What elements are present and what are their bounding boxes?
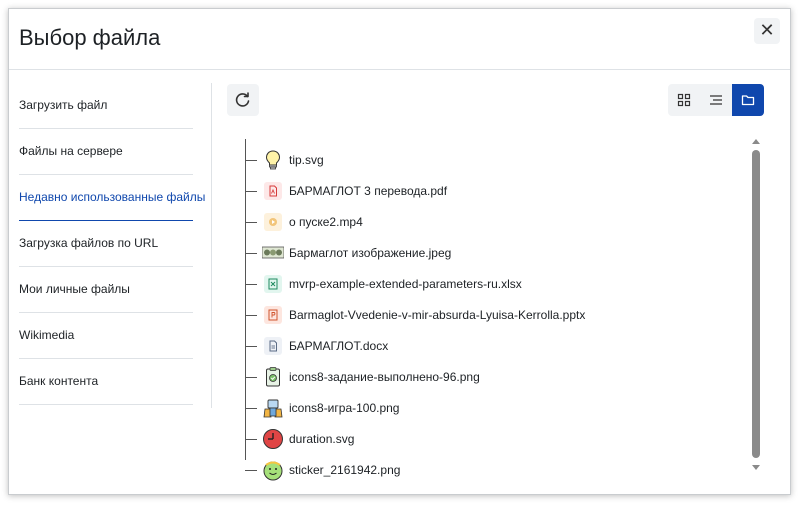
- image-thumbnail-icon: [262, 242, 284, 264]
- refresh-icon: [235, 92, 250, 107]
- file-name: mvrp-example-extended-parameters-ru.xlsx: [289, 277, 522, 291]
- file-row[interactable]: БАРМАГЛОТ.docx: [245, 331, 735, 361]
- spreadsheet-icon: [262, 273, 284, 295]
- file-tree: tip.svg БАРМАГЛОТ 3 перевода.pdf о пуске…: [245, 139, 745, 481]
- file-row[interactable]: Бармаглот изображение.jpeg: [245, 238, 735, 268]
- scroll-up-arrow-icon[interactable]: [752, 139, 760, 144]
- repository-sidebar: Загрузить файл Файлы на сервере Недавно …: [19, 83, 205, 405]
- video-icon: [262, 211, 284, 233]
- view-switcher: [668, 84, 764, 116]
- sidebar-item-wikimedia[interactable]: Wikimedia: [19, 313, 193, 359]
- dialog-title: Выбор файла: [19, 25, 161, 50]
- file-name: tip.svg: [289, 153, 324, 167]
- file-name: Бармаглот изображение.jpeg: [289, 246, 452, 260]
- sidebar-item-url-download[interactable]: Загрузка файлов по URL: [19, 221, 193, 267]
- lightbulb-icon: [262, 149, 284, 171]
- clipboard-check-icon: [262, 366, 284, 388]
- file-name: duration.svg: [289, 432, 355, 446]
- file-row[interactable]: Barmaglot-Vvedenie-v-mir-absurda-Lyuisa-…: [245, 300, 735, 330]
- file-name: БАРМАГЛОТ.docx: [289, 339, 389, 353]
- file-row[interactable]: icons8-задание-выполнено-96.png: [245, 362, 735, 392]
- file-list-scrollbar[interactable]: [750, 137, 764, 472]
- close-button[interactable]: ✕: [754, 18, 780, 44]
- list-view-button[interactable]: [700, 84, 732, 116]
- file-row[interactable]: duration.svg: [245, 424, 735, 454]
- presentation-icon: [262, 304, 284, 326]
- grid-view-button[interactable]: [668, 84, 700, 116]
- list-view-icon: [710, 95, 722, 105]
- sidebar-divider: [211, 83, 212, 408]
- file-name: БАРМАГЛОТ 3 перевода.pdf: [289, 184, 448, 198]
- file-name: о пуске2.mp4: [289, 215, 363, 229]
- sidebar-item-server-files[interactable]: Файлы на сервере: [19, 129, 193, 175]
- grid-view-icon: [677, 93, 691, 107]
- document-icon: [262, 335, 284, 357]
- dialog-header: Выбор файла ✕: [9, 9, 790, 70]
- file-row[interactable]: о пуске2.mp4: [245, 207, 735, 237]
- sidebar-item-private-files[interactable]: Мои личные файлы: [19, 267, 193, 313]
- scrollbar-thumb[interactable]: [752, 150, 760, 458]
- file-name: sticker_2161942.png: [289, 463, 401, 477]
- sidebar-item-content-bank[interactable]: Банк контента: [19, 359, 193, 405]
- file-row[interactable]: mvrp-example-extended-parameters-ru.xlsx: [245, 269, 735, 299]
- tree-view-button[interactable]: [732, 84, 764, 116]
- file-row[interactable]: icons8-игра-100.png: [245, 393, 735, 423]
- game-icon: [262, 397, 284, 419]
- sidebar-item-recent-files[interactable]: Недавно использованные файлы: [19, 175, 205, 221]
- sidebar-item-upload[interactable]: Загрузить файл: [19, 83, 193, 129]
- sticker-icon: [262, 459, 284, 481]
- scroll-down-arrow-icon[interactable]: [752, 465, 760, 470]
- file-row[interactable]: sticker_2161942.png: [245, 455, 735, 485]
- tree-view-icon: [741, 95, 755, 106]
- file-row[interactable]: БАРМАГЛОТ 3 перевода.pdf: [245, 176, 735, 206]
- file-name: icons8-игра-100.png: [289, 401, 400, 415]
- file-name: Barmaglot-Vvedenie-v-mir-absurda-Lyuisa-…: [289, 308, 586, 322]
- pdf-icon: [262, 180, 284, 202]
- file-picker-dialog: Выбор файла ✕ Загрузить файл Файлы на се…: [8, 8, 791, 495]
- file-name: icons8-задание-выполнено-96.png: [289, 370, 480, 384]
- file-row[interactable]: tip.svg: [245, 145, 735, 175]
- clock-icon: [262, 428, 284, 450]
- refresh-button[interactable]: [227, 84, 259, 116]
